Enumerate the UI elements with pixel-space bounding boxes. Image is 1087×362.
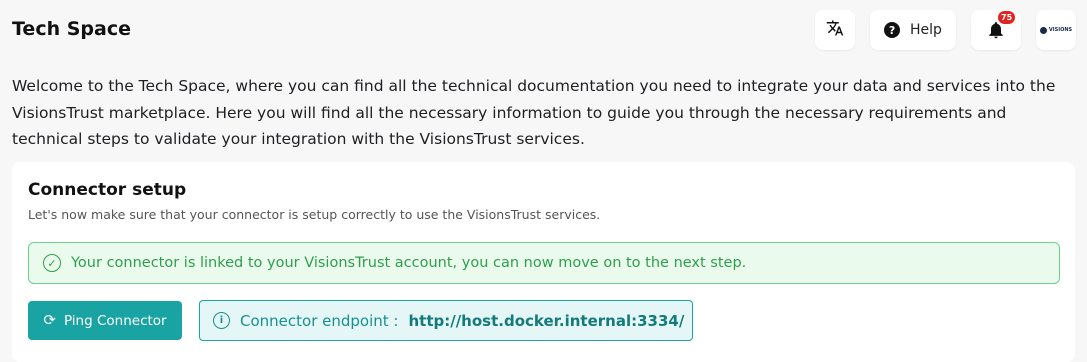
intro-text: Welcome to the Tech Space, where you can… [12, 77, 1056, 148]
endpoint-url[interactable]: http://host.docker.internal:3334/ [408, 312, 684, 330]
bell-icon [986, 22, 1006, 44]
help-button[interactable]: ? Help [870, 10, 956, 50]
notification-badge: 75 [998, 11, 1016, 24]
endpoint-label: Connector endpoint : [240, 311, 399, 330]
card-subtitle: Let's now make sure that your connector … [28, 207, 601, 222]
refresh-icon: ⟳ [43, 311, 56, 329]
logo-mark-icon [1039, 26, 1047, 34]
visions-logo: VISIONS [1039, 26, 1073, 34]
info-icon: i [213, 312, 230, 329]
check-circle-icon: ✓ [43, 254, 61, 272]
logo-text: VISIONS [1048, 27, 1073, 33]
account-button[interactable]: VISIONS [1036, 10, 1076, 50]
ping-button-label: Ping Connector [63, 312, 167, 329]
ping-connector-button[interactable]: ⟳ Ping Connector [28, 301, 182, 340]
language-button[interactable] [815, 10, 855, 50]
translate-icon [826, 19, 844, 41]
notifications-button[interactable]: 75 [971, 10, 1021, 50]
card-title: Connector setup [28, 180, 187, 200]
connector-setup-card: Connector setup Let's now make sure that… [12, 162, 1075, 362]
help-icon: ? [884, 22, 901, 38]
page-title: Tech Space [12, 18, 131, 40]
top-bar: Tech Space ? Help 75 VISIONS [0, 0, 1087, 62]
success-alert: ✓ Your connector is linked to your Visio… [28, 242, 1060, 284]
success-message: Your connector is linked to your Visions… [71, 255, 747, 271]
connector-endpoint-box: i Connector endpoint : http://host.docke… [199, 300, 693, 341]
help-label: Help [910, 22, 942, 38]
